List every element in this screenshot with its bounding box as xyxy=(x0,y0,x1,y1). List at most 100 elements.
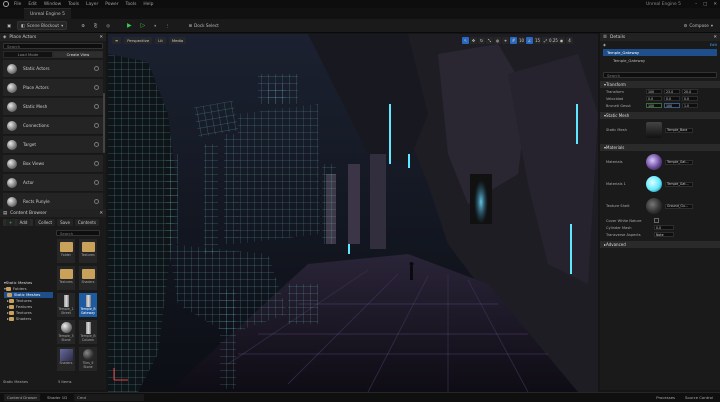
output-log-button[interactable]: Shader 1D xyxy=(44,394,70,401)
breadcrumb-contents[interactable]: Contents xyxy=(74,219,99,226)
menu-help[interactable]: Help xyxy=(143,2,153,7)
location-x[interactable]: 100 xyxy=(646,89,662,94)
mesh-thumbnail[interactable] xyxy=(646,122,662,138)
place-actor-item[interactable]: Actor xyxy=(3,174,103,192)
component-child[interactable]: Temple_Gateway xyxy=(603,57,717,64)
tab-create-view[interactable]: Create View xyxy=(53,51,103,58)
processes-button[interactable]: Processes xyxy=(653,394,678,401)
scale-z[interactable]: 1.0 xyxy=(682,103,698,108)
close-icon[interactable]: ✕ xyxy=(99,211,103,216)
close-icon[interactable]: ✕ xyxy=(713,2,717,7)
move-tool-icon[interactable]: ✥ xyxy=(470,36,477,44)
tree-item-shaders[interactable]: ▸ Shaders xyxy=(4,316,53,322)
transform-section[interactable]: ▾ Transform xyxy=(600,81,720,88)
surface-snap-icon[interactable]: ⌖ xyxy=(502,36,509,44)
content-drawer-button[interactable]: Content Drawer xyxy=(4,394,41,401)
menu-tools[interactable]: Tools xyxy=(68,2,79,7)
asset-tile[interactable]: Folder xyxy=(57,239,75,263)
menu-edit[interactable]: Edit xyxy=(28,2,37,7)
select-tool-icon[interactable]: ↖ xyxy=(462,36,469,44)
save-icon[interactable]: ▣ xyxy=(4,21,14,30)
info-icon[interactable] xyxy=(94,142,99,147)
pause-icon[interactable]: ⏸ xyxy=(151,21,159,30)
cmd-button[interactable]: Cmd xyxy=(74,394,145,401)
minimize-icon[interactable]: – xyxy=(695,2,697,7)
place-actor-item[interactable]: Target xyxy=(3,136,103,154)
info-icon[interactable] xyxy=(94,180,99,185)
maximize-icon[interactable]: □ xyxy=(703,2,707,7)
info-icon[interactable] xyxy=(94,66,99,71)
info-icon[interactable] xyxy=(94,104,99,109)
grid-size-value[interactable]: 10 xyxy=(518,36,525,44)
scrollbar[interactable] xyxy=(103,93,105,153)
place-actor-item[interactable]: Static Actors xyxy=(3,60,103,78)
location-z[interactable]: 20.0 xyxy=(682,89,698,94)
material-thumbnail[interactable] xyxy=(646,198,662,214)
material-value[interactable]: Temple_Gat... xyxy=(665,159,693,165)
info-icon[interactable] xyxy=(94,199,99,204)
component-root[interactable]: Temple_Gateway xyxy=(603,49,717,56)
lod-value[interactable]: 0.0 xyxy=(654,225,674,230)
details-edit-button[interactable]: Edit xyxy=(710,42,717,47)
info-icon[interactable] xyxy=(94,161,99,166)
rotation-y[interactable]: 0.0 xyxy=(664,96,680,101)
scale-y[interactable]: 100 xyxy=(664,103,680,108)
asset-tile[interactable]: Textures xyxy=(79,239,97,263)
material-value[interactable]: Ground_Gu... xyxy=(665,203,693,209)
import-button[interactable]: Collect xyxy=(35,219,56,226)
dock-select-button[interactable]: ⊞ Dock Select xyxy=(186,21,222,30)
material-value[interactable]: Temple_Gat... xyxy=(665,181,693,187)
location-y[interactable]: 23.0 xyxy=(664,89,680,94)
perspective-button[interactable]: Perspective xyxy=(124,36,153,44)
info-icon[interactable] xyxy=(94,85,99,90)
mode-dropdown[interactable]: ◧ Scene Blockout ▾ xyxy=(16,21,68,30)
asset-tile[interactable]: Shaders xyxy=(57,347,75,371)
place-actor-item[interactable]: Box Views xyxy=(3,155,103,173)
level-viewport[interactable] xyxy=(108,34,598,392)
asset-tile[interactable]: Temple_3 Stone xyxy=(57,320,75,344)
translucency-dropdown[interactable]: Note xyxy=(654,232,674,237)
unreal-logo-icon[interactable] xyxy=(3,1,9,7)
grid-snap-icon[interactable]: # xyxy=(510,36,517,44)
menu-layer[interactable]: Layer xyxy=(86,2,98,7)
cinematic-icon[interactable]: ◎ xyxy=(103,21,113,30)
camera-speed-value[interactable]: 4 xyxy=(566,36,573,44)
checkbox[interactable] xyxy=(654,218,659,223)
blueprint-icon[interactable]: ⚙ xyxy=(78,21,88,30)
info-icon[interactable] xyxy=(94,123,99,128)
angle-snap-icon[interactable]: ∠ xyxy=(526,36,533,44)
asset-tile[interactable]: Temple_1 Street xyxy=(57,293,75,317)
asset-tile[interactable]: Temple_B Column xyxy=(79,320,97,344)
place-actor-item[interactable]: Place Actors xyxy=(3,79,103,97)
details-search-input[interactable]: Search xyxy=(603,72,717,78)
show-mode-button[interactable]: Media xyxy=(168,36,187,44)
save-all-button[interactable]: Save xyxy=(57,219,73,226)
more-icon[interactable]: ⋮ xyxy=(162,21,172,30)
scale-tool-icon[interactable]: ⤡ xyxy=(486,36,493,44)
tab-load-mode[interactable]: Load Mode xyxy=(3,51,53,58)
close-icon[interactable]: ✕ xyxy=(713,35,717,40)
menu-file[interactable]: File xyxy=(14,2,21,7)
static-mesh-section[interactable]: ▾ Static Mesh xyxy=(600,112,720,119)
scale-snap-icon[interactable]: ⤢ xyxy=(542,36,549,44)
asset-tile[interactable]: Textures xyxy=(57,266,75,290)
materials-section[interactable]: ▾ Materials xyxy=(600,144,720,151)
angle-value[interactable]: 15 xyxy=(534,36,541,44)
asset-tile[interactable]: Temple_B Gateway xyxy=(79,293,97,317)
compose-button[interactable]: ⚙ Compose ▾ xyxy=(681,21,716,30)
rotation-z[interactable]: 0.0 xyxy=(682,96,698,101)
tab-level[interactable]: Unreal Engine 5 xyxy=(24,8,71,19)
material-thumbnail[interactable] xyxy=(646,176,662,192)
lit-button[interactable]: Lit xyxy=(155,36,166,44)
sequence-icon[interactable]: ⎘ xyxy=(91,21,100,30)
asset-tile[interactable]: Shaders xyxy=(79,266,97,290)
source-control-button[interactable]: Source Control xyxy=(682,394,716,401)
close-icon[interactable]: ✕ xyxy=(99,35,103,40)
scale-x[interactable]: 100 xyxy=(646,103,662,108)
menu-tools-2[interactable]: Tools xyxy=(126,2,137,7)
camera-speed-icon[interactable]: ◉ xyxy=(558,36,565,44)
static-mesh-value[interactable]: Temple_Bara xyxy=(665,127,693,133)
place-actor-item[interactable]: Connections xyxy=(3,117,103,135)
menu-window[interactable]: Window xyxy=(44,2,61,7)
play-button[interactable]: ▶ xyxy=(124,21,135,30)
